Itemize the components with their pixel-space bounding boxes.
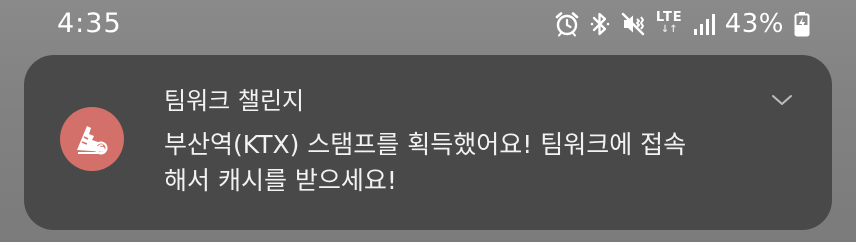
alarm-icon — [554, 11, 580, 37]
lte-icon: LTE ↓↑ — [655, 10, 683, 36]
expand-chevron-icon[interactable] — [770, 91, 794, 109]
battery-percent: 43% — [724, 9, 784, 39]
lte-label: LTE — [655, 10, 683, 25]
battery-charging-icon — [794, 11, 810, 37]
notification-message: 부산역(KTX) 스탬프를 획득했어요! 팀워크에 접속해서 캐시를 받으세요! — [164, 130, 687, 195]
status-icons: LTE ↓↑ 43% — [554, 9, 810, 39]
status-bar: 4:35 LTE ↓↑ 43% — [0, 0, 856, 52]
signal-icon — [693, 12, 715, 36]
notification-card[interactable]: 팀워크 챌린지 부산역(KTX) 스탬프를 획득했어요! 팀워크에 접속해서 캐… — [24, 55, 832, 230]
notification-app-name: 팀워크 챌린지 — [164, 87, 305, 115]
bluetooth-icon — [590, 11, 610, 37]
status-clock: 4:35 — [57, 8, 122, 39]
lte-arrows: ↓↑ — [660, 24, 678, 35]
teamwork-app-icon — [60, 107, 124, 171]
vibrate-icon — [620, 11, 646, 37]
